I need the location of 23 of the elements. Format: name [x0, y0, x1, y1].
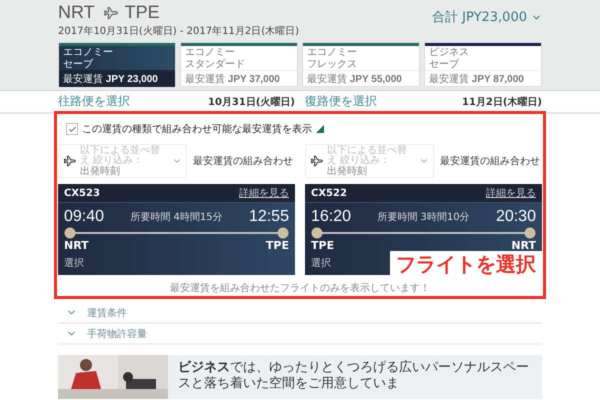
leg-date: 10月31日(火曜日)	[208, 96, 295, 108]
flight-duration: 所要時間 4時間15分	[130, 210, 223, 224]
departure-time: 09:40	[64, 208, 104, 226]
checkbox-label: この運賃の種類で組み合わせ可能な最安運賃を表示	[82, 122, 312, 136]
promo-text: ビジネスでは、ゆったりとくつろげる広いパーソナルスペースと落ち着いた空間をご用意していま	[177, 359, 530, 393]
leg-date: 11月2日(木曜日)	[462, 96, 542, 108]
annotation-tooltip: フライトを選択	[390, 251, 542, 277]
destination-code: TPE	[124, 2, 160, 23]
arrival-time: 12:55	[248, 208, 289, 226]
flight-number: CX523	[64, 188, 100, 198]
destination-code: NRT	[511, 239, 536, 252]
flight-number: CX522	[311, 188, 347, 198]
trip-dates: 2017年10月31日(火曜日) - 2017年11月2日(木曜日)	[58, 24, 300, 38]
leg-title: 往路便を選択	[58, 93, 130, 110]
origin-code: NRT	[64, 239, 89, 252]
destination-code: TPE	[266, 239, 289, 252]
arrival-time: 20:30	[496, 208, 536, 226]
leg-title: 復路便を選択	[305, 93, 377, 110]
departure-time: 16:20	[311, 208, 352, 226]
flight-duration: 所要時間 3時間10分	[377, 210, 470, 224]
origin-code: TPE	[311, 239, 334, 252]
info-note: 最安運賃を組み合わせたフライトのみを表示しています！	[169, 282, 431, 295]
origin-code: NRT	[58, 2, 95, 23]
